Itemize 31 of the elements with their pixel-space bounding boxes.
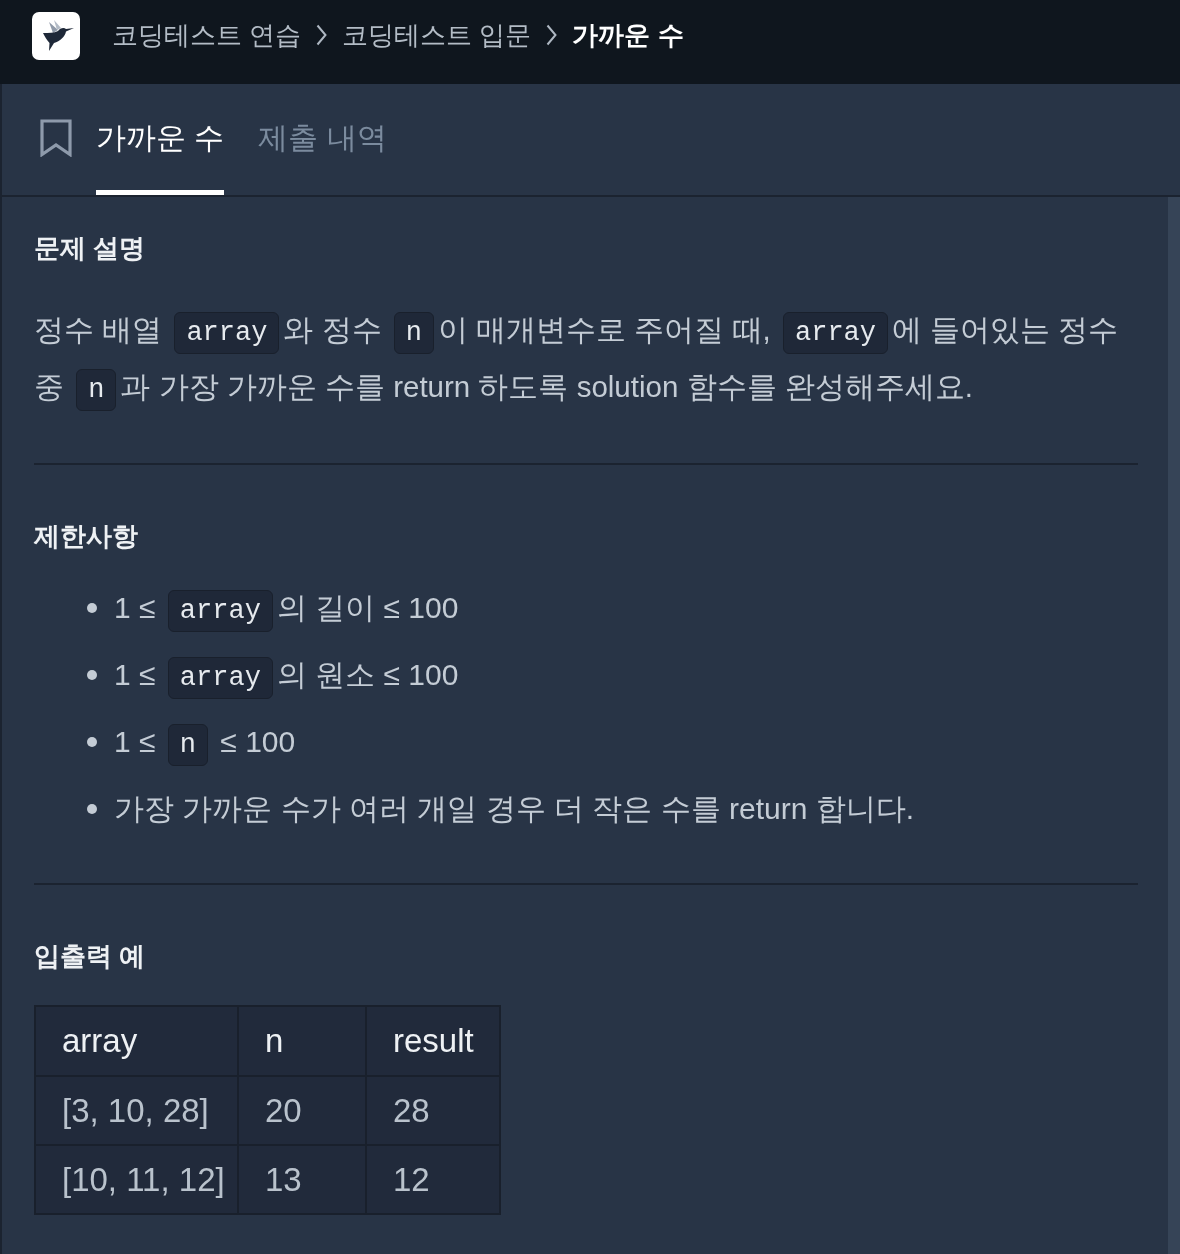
section-heading: 문제 설명 [34, 233, 147, 263]
chevron-right-icon [316, 24, 328, 46]
description-text: 정수 배열 array 와 정수 n 이 매개변수로 주어질 때, array 에 들어있는 정수 중 n 과 가장 가까운 수를 return 하도록 solution 함수를 완성해주세요. [34, 301, 1134, 415]
chevron-right-icon [546, 24, 558, 46]
tab[interactable]: 가까운 수 [96, 84, 225, 195]
constraint-text: 1 ≤ array 의 길이 ≤ 100 [114, 579, 459, 636]
breadcrumb-link[interactable]: 코딩테스트 입문 [342, 18, 532, 52]
table-cell: 28 [366, 1076, 500, 1145]
column-header: result [366, 1006, 500, 1076]
tab[interactable]: 제출 내역 [258, 84, 387, 195]
section-heading: 입출력 예 [34, 941, 147, 971]
constraint-text: 1 ≤ n ≤ 100 [114, 713, 296, 770]
bullet-icon [87, 669, 97, 680]
constraint-text: 1 ≤ array 의 원소 ≤ 100 [114, 646, 459, 703]
bullet-icon [87, 736, 97, 747]
bullet-icon [87, 602, 97, 613]
table-cell: 20 [238, 1076, 366, 1145]
bird-logo[interactable] [32, 12, 80, 60]
table-cell: 13 [238, 1145, 366, 1214]
constraint-text: 가장 가까운 수가 여러 개일 경우 더 작은 수를 return 합니다. [114, 791, 915, 827]
table-cell: [10, 11, 12] [35, 1145, 238, 1214]
column-header: array [35, 1006, 238, 1076]
bookmark-icon[interactable] [40, 119, 72, 157]
table-cell: 12 [366, 1145, 500, 1214]
section-heading: 제한사항 [34, 521, 139, 551]
bullet-icon [87, 803, 97, 814]
scrollbar[interactable] [1168, 197, 1180, 1254]
breadcrumb-link[interactable]: 가까운 수 [572, 18, 684, 52]
table-cell: [3, 10, 28] [35, 1076, 238, 1145]
breadcrumb-link[interactable]: 코딩테스트 연습 [112, 18, 302, 52]
column-header: n [238, 1006, 366, 1076]
